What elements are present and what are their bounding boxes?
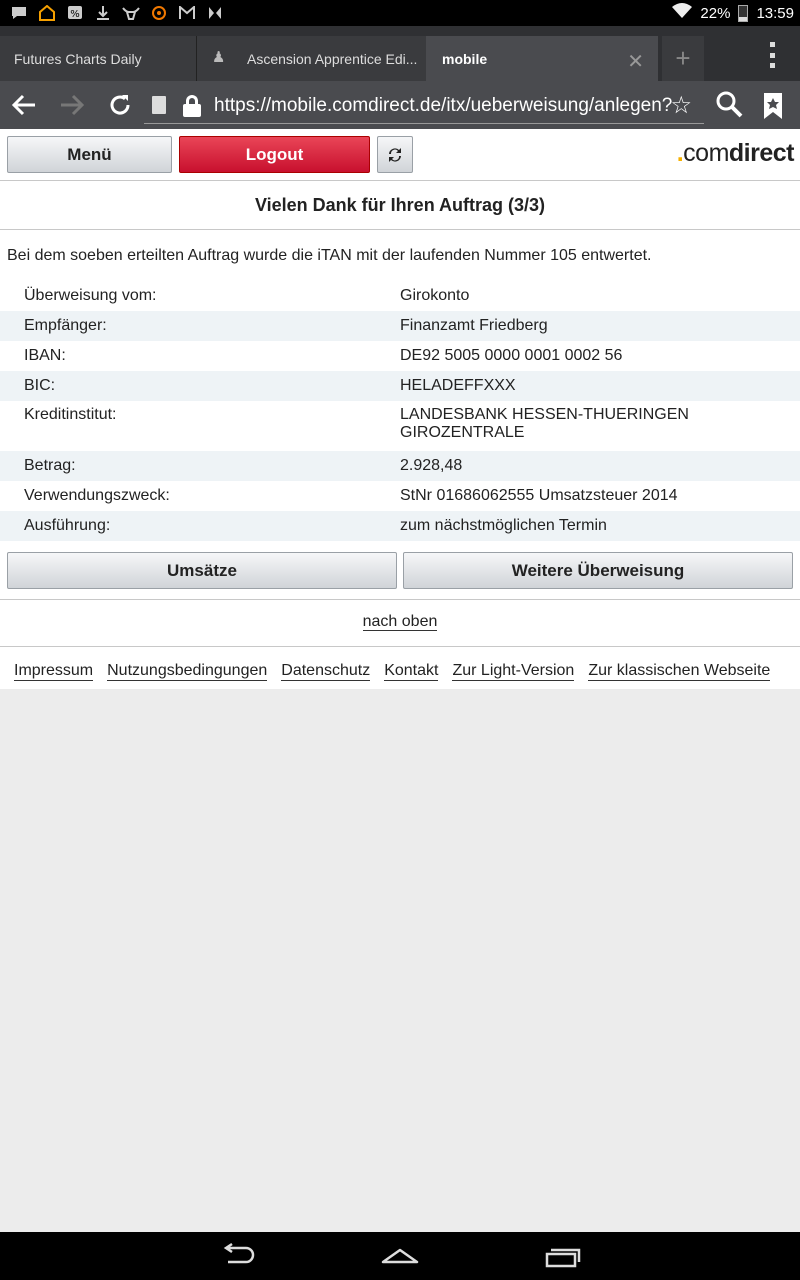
home-alert-icon	[38, 5, 56, 21]
footer-link-light-version[interactable]: Zur Light-Version	[452, 662, 575, 681]
logout-button[interactable]: Logout	[179, 136, 370, 173]
tab-label: Futures Charts Daily	[14, 50, 142, 67]
url-bar: https://mobile.comdirect.de/itx/ueberwei…	[0, 81, 800, 129]
page-title: Vielen Dank für Ihren Auftrag (3/3)	[0, 181, 800, 230]
detail-label: Kreditinstitut:	[24, 406, 117, 423]
detail-row: Ausführung: zum nächstmöglichen Termin	[0, 511, 800, 541]
favicon-icon: ♟	[212, 49, 226, 66]
divider	[0, 599, 800, 600]
back-nav-icon[interactable]	[218, 1242, 258, 1270]
divider	[0, 646, 800, 647]
web-page: Menü Logout .comdirect Vielen Dank für I…	[0, 129, 800, 689]
tab-bar: Futures Charts Daily Ascension Apprentic…	[0, 26, 800, 81]
detail-value: zum nächstmöglichen Termin	[400, 517, 607, 534]
percent-icon: %	[66, 5, 84, 21]
detail-row: Verwendungszweck: StNr 01686062555 Umsat…	[0, 481, 800, 511]
detail-row: Betrag: 2.928,48	[0, 451, 800, 481]
url-text: https://mobile.comdirect.de/itx/ueberwei…	[214, 95, 673, 116]
footer-link-nutzungsbedingungen[interactable]: Nutzungsbedingungen	[107, 662, 268, 681]
star-icon[interactable]: ☆	[670, 91, 692, 120]
battery-icon	[738, 4, 749, 22]
detail-label: IBAN:	[24, 347, 66, 364]
forward-icon[interactable]	[56, 89, 88, 121]
back-icon[interactable]	[8, 89, 40, 121]
detail-value: HELADEFFXXX	[400, 377, 516, 394]
detail-label: Ausführung:	[24, 517, 111, 534]
bank-name-line1: LANDESBANK HESSEN-THUERINGEN	[400, 406, 689, 423]
detail-row: Empfänger: Finanzamt Friedberg	[0, 311, 800, 341]
page-icon	[152, 96, 166, 114]
url-field[interactable]: https://mobile.comdirect.de/itx/ueberwei…	[144, 86, 704, 124]
detail-value: StNr 01686062555 Umsatzsteuer 2014	[400, 487, 678, 504]
status-bar: % 22% 13:59	[0, 0, 800, 26]
new-tab-button[interactable]: +	[662, 36, 704, 81]
detail-label: BIC:	[24, 377, 56, 394]
close-tab-icon[interactable]: ✕	[627, 49, 644, 74]
overflow-menu-icon[interactable]	[768, 42, 776, 68]
clock: 13:59	[756, 4, 794, 22]
chat-icon	[10, 5, 28, 21]
tab-mobile[interactable]: mobile ✕	[426, 36, 658, 81]
bookmarks-icon[interactable]	[762, 92, 784, 120]
detail-value: Finanzamt Friedberg	[400, 317, 548, 334]
detail-value: LANDESBANK HESSEN-THUERINGEN GIROZENTRAL…	[400, 406, 800, 442]
tab-label: Ascension Apprentice Edi...	[247, 50, 418, 67]
refresh-button[interactable]	[377, 136, 413, 173]
recent-apps-icon[interactable]	[543, 1242, 583, 1270]
detail-row: IBAN: DE92 5005 0000 0001 0002 56	[0, 341, 800, 371]
footer-links: Impressum Nutzungsbedingungen Datenschut…	[14, 662, 771, 681]
footer-link-classic-site[interactable]: Zur klassischen Webseite	[588, 662, 771, 681]
detail-value: Girokonto	[400, 287, 470, 304]
media-icon	[206, 5, 224, 21]
detail-row: BIC: HELADEFFXXX	[0, 371, 800, 401]
reload-icon[interactable]	[104, 89, 136, 121]
lock-icon	[182, 95, 202, 117]
detail-value: 2.928,48	[400, 457, 463, 474]
detail-value: DE92 5005 0000 0001 0002 56	[400, 347, 623, 364]
tab-futures-charts[interactable]: Futures Charts Daily	[0, 36, 196, 81]
tab-label: mobile	[442, 50, 488, 67]
battery-text: 22%	[700, 4, 731, 22]
detail-label: Verwendungszweck:	[24, 487, 170, 504]
app-icon	[150, 5, 168, 21]
transfer-details: Überweisung vom: Girokonto Empfänger: Fi…	[0, 281, 800, 541]
svg-text:%: %	[70, 9, 80, 20]
detail-label: Empfänger:	[24, 317, 107, 334]
home-nav-icon[interactable]	[380, 1242, 420, 1270]
comdirect-logo[interactable]: .comdirect	[677, 139, 795, 168]
detail-label: Überweisung vom:	[24, 287, 157, 304]
search-icon[interactable]	[714, 89, 744, 119]
bank-name-line2: GIROZENTRALE	[400, 424, 525, 441]
umsaetze-button[interactable]: Umsätze	[7, 552, 397, 589]
menu-button[interactable]: Menü	[7, 136, 172, 173]
notification-icons: %	[10, 4, 224, 22]
top-navigation: Menü Logout .comdirect	[0, 129, 800, 181]
back-to-top: nach oben	[0, 613, 800, 631]
footer-link-kontakt[interactable]: Kontakt	[384, 662, 439, 681]
info-text: Bei dem soeben erteilten Auftrag wurde d…	[7, 247, 652, 264]
footer-link-impressum[interactable]: Impressum	[14, 662, 94, 681]
back-to-top-link[interactable]: nach oben	[362, 613, 438, 631]
detail-row: Überweisung vom: Girokonto	[0, 281, 800, 311]
refresh-icon	[389, 147, 401, 162]
wifi-icon	[672, 3, 693, 23]
detail-label: Betrag:	[24, 457, 76, 474]
download-icon	[94, 5, 112, 21]
detail-row: Kreditinstitut: LANDESBANK HESSEN-THUERI…	[0, 401, 800, 451]
footer-link-datenschutz[interactable]: Datenschutz	[281, 662, 371, 681]
new-transfer-button[interactable]: Weitere Überweisung	[403, 552, 793, 589]
bull-icon	[122, 5, 140, 21]
system-navigation-bar	[0, 1232, 800, 1280]
gmail-icon	[178, 5, 196, 21]
